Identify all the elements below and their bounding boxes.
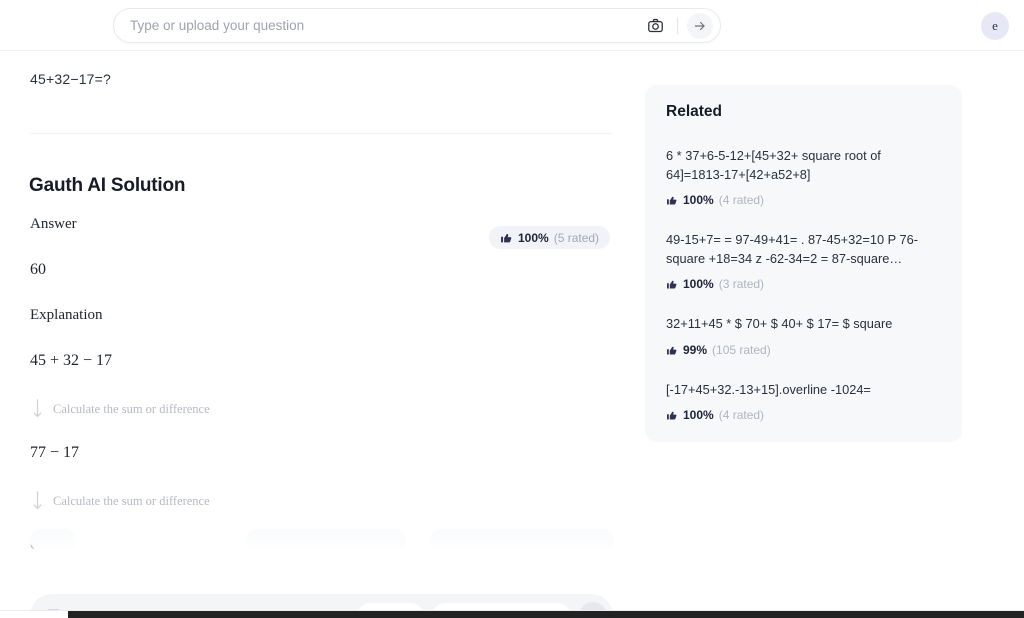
top-bar: e [0, 0, 1024, 51]
thumbs-up-icon [667, 346, 677, 355]
status-badge: 100% (4 rated) [666, 193, 941, 207]
status-badge: 100% (3 rated) [666, 277, 941, 291]
page-title: Gauth AI Solution [29, 175, 186, 196]
rating-count: (3 rated) [718, 277, 765, 292]
rating-count: (105 rated) [712, 342, 771, 357]
answer-label: Answer [30, 216, 77, 232]
solution-panel: 45+32−17=? Gauth AI Solution 100% (5 rat… [0, 51, 643, 618]
answer-value: 60 [30, 261, 46, 278]
solution-body: Answer 60 Explanation 45 + 32 − 17 Calcu… [30, 216, 620, 582]
avatar[interactable]: e [981, 12, 1009, 40]
step-note: Calculate the sum or difference [32, 398, 620, 420]
list-item[interactable]: 32+11+45 * $ 70+ $ 40+ $ 17= $ square 99… [666, 315, 941, 357]
status-badge: 100% (4 rated) [666, 408, 941, 422]
obscured-content [30, 529, 76, 551]
arrow-down-icon [33, 399, 42, 418]
explanation-label: Explanation [30, 307, 103, 323]
thumbs-up-icon [667, 196, 677, 205]
list-item[interactable]: 49-15+7= = 97-49+41= . 87-45+32=10 P 76-… [666, 231, 941, 291]
step-expression: 77 − 17 [30, 444, 80, 461]
list-item[interactable]: 6 * 37+6-5-12+[45+32+ square root of 64]… [666, 147, 941, 207]
search-input[interactable] [114, 9, 642, 42]
rating-percent: 99% [683, 342, 708, 357]
related-text: [-17+45+32.-13+15].overline -1024= [666, 381, 871, 397]
section-divider [30, 133, 613, 134]
rating-count: (4 rated) [718, 408, 765, 423]
related-text: 6 * 37+6-5-12+[45+32+ square root of 64]… [666, 148, 881, 182]
rating-percent: 100% [683, 277, 714, 292]
thumbs-up-icon [667, 412, 677, 420]
related-title: Related [666, 103, 722, 120]
question-text: 45+32−17=? [30, 71, 112, 87]
related-text: 32+11+45 * $ 70+ $ 40+ $ 17= $ square [666, 316, 893, 332]
scrollbar-thumb[interactable] [68, 611, 1024, 618]
horizontal-scrollbar[interactable] [0, 610, 1024, 618]
rating-count: (4 rated) [718, 193, 765, 208]
related-panel: Related 6 * 37+6-5-12+[45+32+ square roo… [645, 85, 962, 443]
related-text: 49-15+7= = 97-49+41= . 87-45+32=10 P 76-… [666, 232, 919, 266]
avatar-label: e [992, 18, 998, 33]
status-badge: 99% (105 rated) [666, 343, 941, 357]
divider [677, 17, 678, 34]
obscured-content [246, 529, 406, 551]
step-note: Calculate the sum or difference [32, 490, 620, 512]
step-expression: 45 + 32 − 17 [30, 352, 113, 369]
list-item[interactable]: [-17+45+32.-13+15].overline -1024= 100% … [666, 381, 941, 423]
thumbs-up-icon [667, 280, 677, 289]
rating-percent: 100% [683, 193, 714, 208]
camera-icon[interactable] [642, 13, 668, 39]
search-submit-button[interactable] [687, 12, 713, 39]
rating-percent: 100% [683, 408, 714, 423]
obscured-content [430, 529, 614, 551]
arrow-down-icon [33, 491, 42, 510]
search-bar[interactable] [113, 8, 721, 43]
